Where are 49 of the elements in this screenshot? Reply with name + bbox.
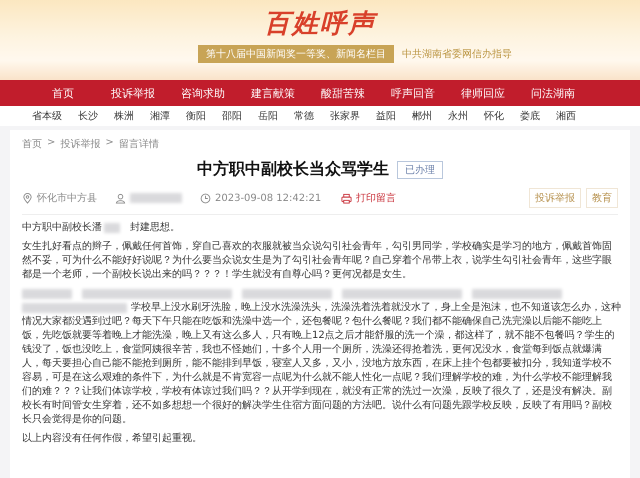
body-paragraph: 女生扎好看点的辫子，佩戴任何首饰，穿自己喜欢的衣服就被当众说勾引社会青年，勾引男同学，学校确实是学习的地方，佩戴首饰固然不妥，可为什么不能好好说呢？为什么要当众说女生是为了勾引社会青年呢？自己穿着个吊带上衣，说学生勾引社会青年，这些字眼都是一个老师，一个副校长说出来的吗？？？！学生就没有自尊心吗？更何况都是女生。 [22,240,613,282]
nav-link[interactable]: 酸甜苦辣 [308,86,378,100]
body-text: 封建思想。 [130,221,180,235]
award-ribbon: 第十八届中国新闻奖一等奖、新闻名栏目 [198,45,394,63]
region-link[interactable]: 邵阳 [222,109,242,123]
breadcrumb-separator: > [105,137,114,150]
breadcrumb-link[interactable]: 留言详情 [118,137,159,151]
nav-link[interactable]: 问法湖南 [518,86,588,100]
breadcrumb-link[interactable]: 投诉举报 [60,137,100,151]
nav-link[interactable]: 咨询求助 [168,86,238,100]
region-link[interactable]: 永州 [448,109,468,123]
region-link[interactable]: 岳阳 [258,109,278,123]
region-link[interactable]: 张家界 [330,109,360,123]
breadcrumb-separator: > [47,137,56,150]
redacted-author [130,193,182,203]
region-link[interactable]: 湘潭 [150,109,170,123]
region-link[interactable]: 株洲 [114,109,134,123]
nav-link[interactable]: 呼声回音 [378,86,448,100]
nav-link[interactable]: 投诉举报 [98,86,168,100]
clock-icon [200,192,211,204]
nav-link[interactable]: 建言献策 [238,86,308,100]
region-link[interactable]: 常德 [294,109,314,123]
region-link[interactable]: 长沙 [78,109,98,123]
region-link[interactable]: 衡阳 [186,109,206,123]
post-time: 2023-09-08 12:42:21 [215,192,322,204]
body-paragraph: 情况大家都没遇到过吧？每天下午只能在吃饭和洗澡中选一个，还包餐呢？包什么餐呢？我们都不能确保自己洗完澡以后能不能吃上饭，先吃饭就要等着晚上才能洗澡，晚上又有这么多人，只有晚上12点之后才能舒服的洗一个澡，都这样了，就不能不包餐吗？学生的钱没了，饭也没吃上，食堂阿姨很辛苦，我也不怪她们，十多个人用一个厕所，洗澡还得抢着洗，更何况没水，食堂每到饭点就爆满人，每天要担心自己能不能抢到厕所，能不能排到早饭，寝室人又多，又小，没地方放东西，在床上挂个包都要被扣分，我知道学校不容易，可是在这么艰难的条件下，为什么就是不肯宽容一点呢为什么就不能人性化一点呢？我们理解学校的难，为什么学校不能理解我们的难？？？让我们体谅学校，学校有体谅过我们吗？？从开学到现在，就没有正常的洗过一次澡，反映了很久了，还是没有解决。副校长有时间管女生穿着，还不如多想想一个很好的解决学生住宿方面问题的方法吧。说什么有问题先跟学校反映，反映了有用吗？副校长只会觉得是你的问题。 [22,315,616,427]
body-paragraph: 以上内容没有任何作假，希望引起重视。 [22,432,203,446]
print-button[interactable]: 打印留言 [341,191,396,205]
body-text: 中方职中副校长潘 [22,221,102,235]
status-tag: 已办理 [397,160,443,178]
region-link[interactable]: 郴州 [412,109,432,123]
location-text: 怀化市中方县 [37,192,97,205]
printer-icon [341,192,352,204]
region-link[interactable]: 湘西 [556,109,576,123]
article-title: 中方职中副校长当众骂学生 [197,159,389,180]
region-link[interactable]: 省本级 [32,109,62,123]
site-logo: 百姓呼声 [264,8,376,41]
region-link[interactable]: 怀化 [484,109,504,123]
redacted-name [104,223,120,233]
guide-text: 中共湖南省委网信办指导 [402,48,512,61]
location-pin-icon [22,192,33,204]
redacted-text [22,289,72,299]
nav-link[interactable]: 首页 [28,86,98,100]
breadcrumb-link[interactable]: 首页 [22,137,42,151]
region-link[interactable]: 娄底 [520,109,540,123]
user-icon [115,192,126,204]
body-text: 学校早上没水刷牙洗脸，晚上没水洗澡洗头，洗澡洗着洗着就没水了，身上全是泡沫，也不知道该怎么办，这种 [131,301,621,315]
region-link[interactable]: 益阳 [376,109,396,123]
nav-link[interactable]: 律师回应 [448,86,518,100]
